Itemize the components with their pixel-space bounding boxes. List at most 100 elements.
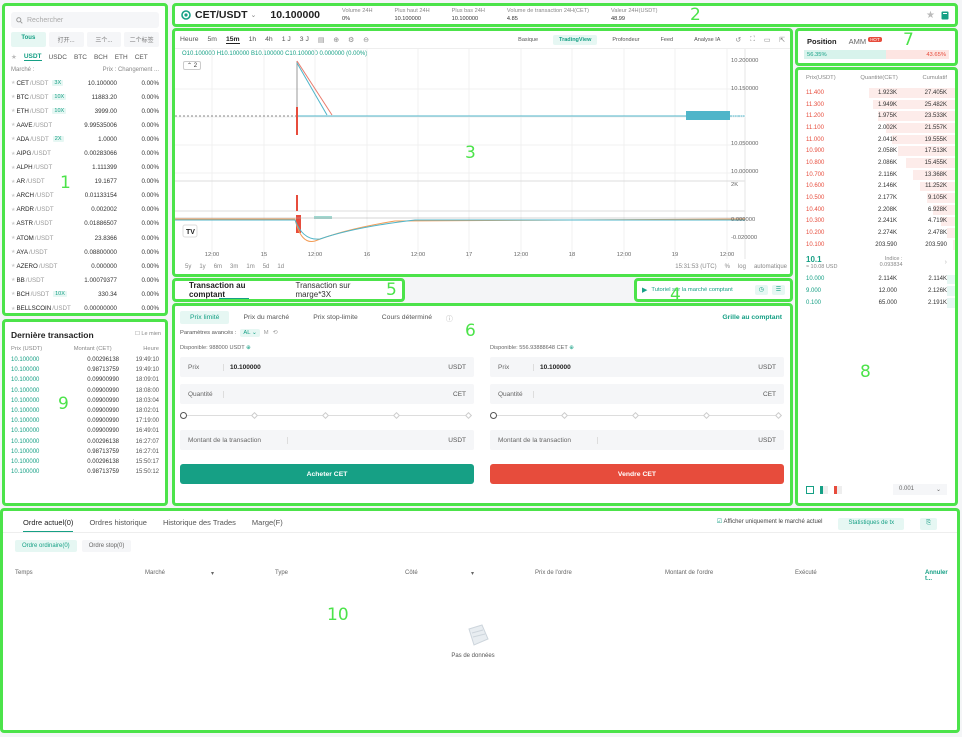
market-row[interactable]: ★ ARCH/USDT 0.01133154 0.00% xyxy=(5,189,165,203)
grid-trading-link[interactable]: Grille au comptant xyxy=(719,314,785,321)
market-row[interactable]: ★ AYA/USDT 0.08800000 0.00% xyxy=(5,245,165,259)
favorite-star-icon[interactable]: ★ xyxy=(11,94,15,100)
favorite-star-icon[interactable]: ★ xyxy=(926,10,935,21)
view-feed[interactable]: Feed xyxy=(655,35,680,45)
tab-margin[interactable]: Transaction sur marge*3X xyxy=(296,281,388,299)
order-type-fixed[interactable]: Cours déterminé xyxy=(372,311,442,324)
favorite-star-icon[interactable]: ★ xyxy=(11,165,15,171)
favorite-star-icon[interactable]: ★ xyxy=(11,235,15,241)
favorite-star-icon[interactable]: ★ xyxy=(11,122,15,128)
favorite-star-icon[interactable]: ★ xyxy=(11,277,15,283)
tab-order-history[interactable]: Ordres historique xyxy=(89,518,147,532)
tx-stats-button[interactable]: Statistiques de tx xyxy=(838,518,905,530)
ask-row[interactable]: 11.000 2.041K 19.555K xyxy=(798,134,955,146)
market-row[interactable]: ★ AAVE/USDT 9.99535006 0.00% xyxy=(5,118,165,132)
market-row[interactable]: ★ ATOM/USDT 23.8366 0.00% xyxy=(5,231,165,245)
range-5y[interactable]: 5y xyxy=(185,264,191,270)
quote-tab-cet[interactable]: CET xyxy=(135,54,148,61)
market-row[interactable]: ★ ADA/USDT 2X 1.0000 0.00% xyxy=(5,132,165,146)
interval-1h[interactable]: 1h xyxy=(249,36,257,43)
layout-both-icon[interactable] xyxy=(806,485,814,494)
view-tradingview[interactable]: TradingView xyxy=(553,34,598,45)
buy-amount-field[interactable]: Montant de la transaction USDT xyxy=(180,430,474,450)
refresh-icon[interactable]: ⟲ xyxy=(273,330,278,336)
view-ai-analysis[interactable]: Analyse IA xyxy=(688,35,726,45)
range-5d[interactable]: 5d xyxy=(263,264,270,270)
filter-tag-3[interactable]: 二个标签 xyxy=(124,32,159,47)
percent-toggle[interactable]: % xyxy=(725,264,730,270)
col-order-price[interactable]: Prix de l'ordre xyxy=(535,570,665,582)
history-icon[interactable]: ↺ xyxy=(735,36,741,44)
ask-row[interactable]: 10.300 2.241K 4.719K xyxy=(798,216,955,228)
tab-stop-orders[interactable]: Ordre stop(0) xyxy=(81,540,132,552)
favorite-star-icon[interactable]: ★ xyxy=(11,291,15,297)
bid-row[interactable]: 0.100 65.000 2.191K xyxy=(798,297,955,309)
favorite-star-icon[interactable]: ★ xyxy=(11,263,15,269)
buy-price-field[interactable]: Prix 10.100000 USDT xyxy=(180,357,474,377)
sell-amount-field[interactable]: Montant de la transaction USDT xyxy=(490,430,784,450)
buy-button[interactable]: Acheter CET xyxy=(180,464,474,484)
tab-amm[interactable]: AMM HOT xyxy=(849,37,882,46)
favorite-star-icon[interactable]: ★ xyxy=(11,80,15,86)
only-current-checkbox[interactable]: ☑ Afficher uniquement le marché actuel xyxy=(717,518,823,532)
slider-knob[interactable] xyxy=(490,412,497,419)
advanced-m[interactable]: M xyxy=(264,330,269,336)
quote-tab-usdt[interactable]: USDT xyxy=(23,53,42,61)
tab-normal-orders[interactable]: Ordre ordinaire(0) xyxy=(15,540,77,552)
settings-icon[interactable]: ⚙ xyxy=(348,36,354,44)
pair-symbol[interactable]: CET/USDT xyxy=(195,9,248,21)
tab-margin[interactable]: Marge(F) xyxy=(252,518,283,532)
tab-trade-history[interactable]: Historique des Trades xyxy=(163,518,236,532)
ask-row[interactable]: 10.900 2.058K 17.513K xyxy=(798,145,955,157)
col-time[interactable]: Temps xyxy=(15,570,145,582)
tab-current-orders[interactable]: Ordre actuel(0) xyxy=(23,518,74,532)
add-funds-icon[interactable]: ⊕ xyxy=(569,345,574,351)
fullscreen-icon[interactable]: ⛶ xyxy=(750,36,755,44)
buy-quantity-field[interactable]: Quantité CET xyxy=(180,384,474,404)
favorite-star-icon[interactable]: ★ xyxy=(11,193,15,199)
range-6m[interactable]: 6m xyxy=(214,264,222,270)
market-row[interactable]: ★ ARDR/USDT 0.002002 0.00% xyxy=(5,203,165,217)
market-search[interactable]: Rechercher xyxy=(11,12,159,28)
ask-row[interactable]: 11.100 2.002K 21.557K xyxy=(798,122,955,134)
price-chart[interactable]: 10.200000 10.150000 10.100000 10.050000 … xyxy=(175,49,790,274)
advanced-select[interactable]: AL ⌄ xyxy=(240,329,260,337)
tab-position[interactable]: Position xyxy=(807,37,837,46)
ask-row[interactable]: 11.300 1.949K 25.482K xyxy=(798,99,955,111)
candle-type-icon[interactable]: ▤ xyxy=(318,36,324,44)
market-row[interactable]: ★ ALPH/USDT 1.111399 0.00% xyxy=(5,161,165,175)
market-row[interactable]: ★ AR/USDT 19.1677 0.00% xyxy=(5,175,165,189)
favorite-star-icon[interactable]: ★ xyxy=(11,207,15,213)
col-order-amount[interactable]: Montant de l'ordre xyxy=(665,570,795,582)
col-market[interactable]: Marché ▾ xyxy=(145,570,275,582)
favorite-star-icon[interactable]: ★ xyxy=(11,221,15,227)
col-side[interactable]: Côté ▾ xyxy=(405,570,535,582)
info-icon[interactable]: ⓘ xyxy=(446,313,453,323)
favorites-star-icon[interactable]: ★ xyxy=(11,53,17,61)
bid-row[interactable]: 9.000 12.000 2.126K xyxy=(798,285,955,297)
buy-percent-slider[interactable] xyxy=(180,411,474,421)
market-row[interactable]: ★ ASTR/USDT 0.01886507 0.00% xyxy=(5,217,165,231)
auto-toggle[interactable]: automatique xyxy=(754,264,787,270)
screen-icon[interactable]: ▭ xyxy=(764,36,770,44)
sell-price-value[interactable]: 10.100000 xyxy=(534,364,758,371)
quote-tab-btc[interactable]: BTC xyxy=(74,54,87,61)
sell-price-field[interactable]: Prix 10.100000 USDT xyxy=(490,357,784,377)
favorite-star-icon[interactable]: ★ xyxy=(11,179,15,185)
market-row[interactable]: ★ CET/USDT 3X 10.100000 0.00% xyxy=(5,76,165,90)
sell-button[interactable]: Vendre CET xyxy=(490,464,784,484)
interval-4h[interactable]: 4h xyxy=(265,36,273,43)
col-market[interactable]: Marché : xyxy=(11,67,34,73)
timer-icon[interactable]: ◷ xyxy=(754,285,768,295)
interval-3d[interactable]: 3 J xyxy=(300,36,309,43)
layout-bids-icon[interactable] xyxy=(820,485,828,494)
slider-knob[interactable] xyxy=(180,412,187,419)
range-1d[interactable]: 1d xyxy=(277,264,284,270)
external-link-icon[interactable]: ⇱ xyxy=(779,36,785,44)
precision-select[interactable]: 0.001 ⌄ xyxy=(893,484,947,495)
ask-row[interactable]: 10.400 2.208K 6.928K xyxy=(798,204,955,216)
interval-5m[interactable]: 5m xyxy=(208,36,217,43)
interval-15m[interactable]: 15m xyxy=(225,36,240,44)
quote-tab-usdc[interactable]: USDC xyxy=(49,54,67,61)
compare-icon[interactable]: ⊖ xyxy=(363,36,369,44)
